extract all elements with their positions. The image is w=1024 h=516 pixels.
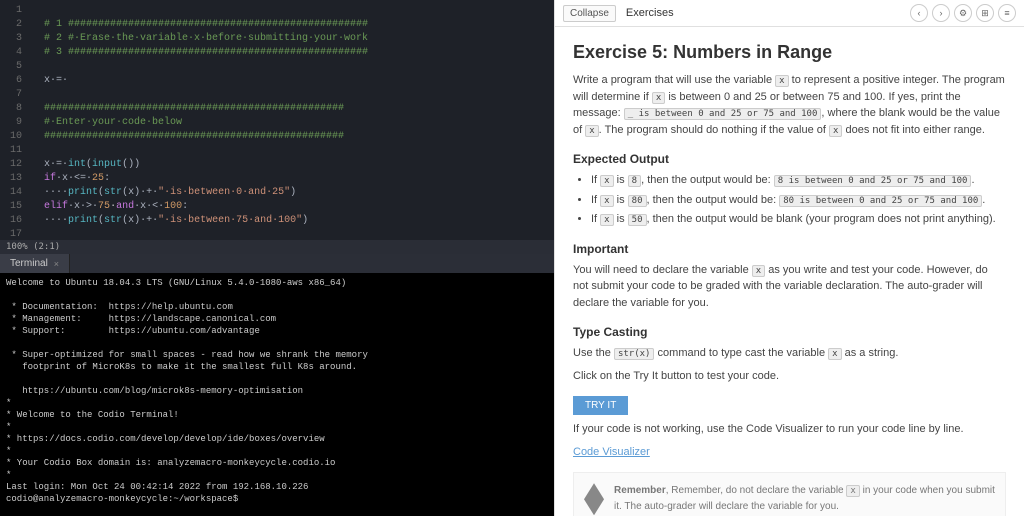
kbd-x: x <box>652 92 665 104</box>
code-area[interactable]: # 1 ####################################… <box>28 0 554 240</box>
close-icon[interactable]: × <box>54 259 59 269</box>
diamond-icon <box>584 483 604 515</box>
left-pane: 1234567891011121314151617 # 1 ##########… <box>0 0 554 516</box>
line-gutter: 1234567891011121314151617 <box>0 0 28 240</box>
code-line: ····print(str(x)·+·"·is·between·75·and·1… <box>32 215 308 226</box>
code-line: ########################################… <box>32 103 344 114</box>
code-visualizer-link[interactable]: Code Visualizer <box>573 446 650 458</box>
kbd-blank: _ is between 0 and 25 or 75 and 100 <box>624 108 822 120</box>
terminal-tab-label: Terminal <box>10 258 48 269</box>
code-line: x·=·int(input()) <box>32 159 140 170</box>
kbd-x: x <box>585 125 598 137</box>
kbd-x: x <box>775 75 788 87</box>
important-heading: Important <box>573 240 1006 258</box>
gear-icon[interactable]: ⚙ <box>954 4 972 22</box>
right-pane: Collapse Exercises ‹ › ⚙ ⊞ ≡ Exercise 5:… <box>554 0 1024 516</box>
status-bar: 100% (2:1) <box>0 240 554 254</box>
intro-paragraph: Write a program that will use the variab… <box>573 72 1006 138</box>
code-line: #·Enter·your·code·below <box>32 117 182 128</box>
grid-icon[interactable]: ⊞ <box>976 4 994 22</box>
list-item: If x is 80, then the output would be: 80… <box>591 192 1006 209</box>
kbd-x: x <box>829 125 842 137</box>
right-header: Collapse Exercises ‹ › ⚙ ⊞ ≡ <box>555 0 1024 27</box>
terminal-tab[interactable]: Terminal × <box>0 254 70 273</box>
code-line: elif·x·>·75·and·x·<·100: <box>32 201 188 212</box>
header-icons: ‹ › ⚙ ⊞ ≡ <box>910 4 1016 22</box>
exercises-tab[interactable]: Exercises <box>626 7 674 19</box>
code-line: ····print(str(x)·+·"·is·between·0·and·25… <box>32 187 296 198</box>
code-line: ########################################… <box>32 131 344 142</box>
important-text: You will need to declare the variable x … <box>573 262 1006 312</box>
list-icon[interactable]: ≡ <box>998 4 1016 22</box>
typecasting-heading: Type Casting <box>573 323 1006 341</box>
exercise-title: Exercise 5: Numbers in Range <box>573 39 1006 66</box>
expected-output-list: If x is 8, then the output would be: 8 i… <box>573 172 1006 228</box>
code-line: x·=· <box>32 75 68 86</box>
terminal-tabs: Terminal × <box>0 254 554 273</box>
remember-box: Remember, Remember, do not declare the v… <box>573 472 1006 516</box>
list-item: If x is 50, then the output would be bla… <box>591 211 1006 228</box>
expected-output-heading: Expected Output <box>573 150 1006 168</box>
typecasting-text: Use the str(x) command to type cast the … <box>573 345 1006 362</box>
prev-icon[interactable]: ‹ <box>910 4 928 22</box>
exercise-content: Exercise 5: Numbers in Range Write a pro… <box>555 27 1024 516</box>
notworking-text: If your code is not working, use the Cod… <box>573 421 1006 438</box>
code-line: if·x·<=·25: <box>32 173 110 184</box>
remember-text: Remember, Remember, do not declare the v… <box>614 483 995 514</box>
list-item: If x is 8, then the output would be: 8 i… <box>591 172 1006 189</box>
collapse-button[interactable]: Collapse <box>563 5 616 22</box>
next-icon[interactable]: › <box>932 4 950 22</box>
code-line: # 3 ####################################… <box>32 47 368 58</box>
code-line: # 2 #·Erase·the·variable·x·before·submit… <box>32 33 368 44</box>
terminal[interactable]: Welcome to Ubuntu 18.04.3 LTS (GNU/Linux… <box>0 273 554 516</box>
code-editor[interactable]: 1234567891011121314151617 # 1 ##########… <box>0 0 554 240</box>
try-it-button[interactable]: TRY IT <box>573 396 628 415</box>
code-line: # 1 ####################################… <box>32 19 368 30</box>
click-try-text: Click on the Try It button to test your … <box>573 368 1006 385</box>
